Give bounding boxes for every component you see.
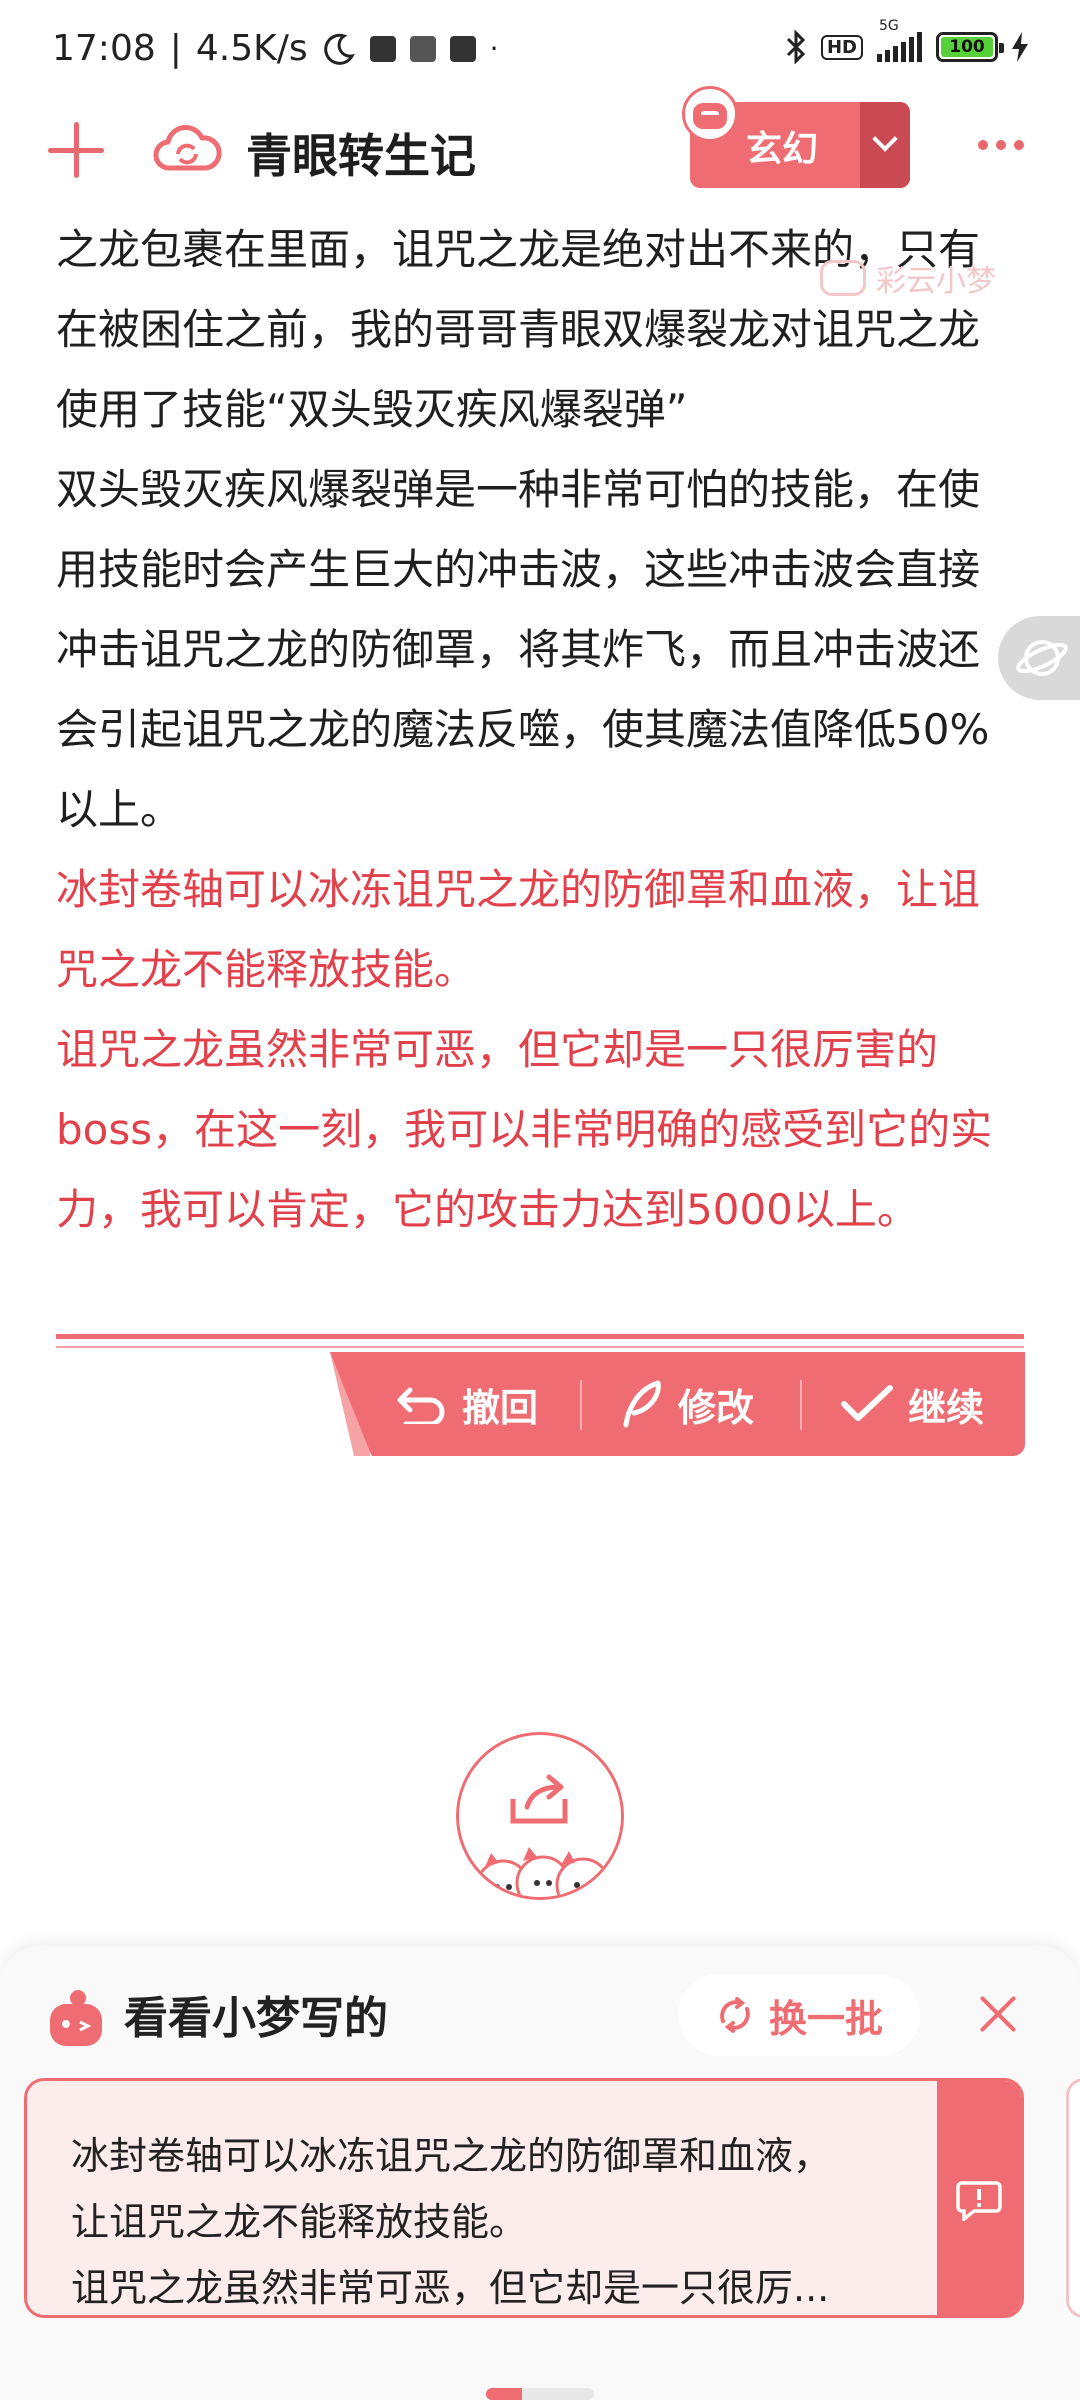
status-divider: | <box>169 28 182 69</box>
share-button[interactable] <box>456 1732 624 1900</box>
story-content[interactable]: 之龙包裹在里面，诅咒之龙是绝对出不来的，只有在被困住之前，我的哥哥青眼双爆裂龙对… <box>56 210 1016 1250</box>
watermark-text: 彩云小梦 <box>876 264 996 299</box>
next-suggestion-card[interactable] <box>1066 2078 1080 2318</box>
status-right: HD 5G 100 <box>785 18 1028 64</box>
status-bar: 17:08 | 4.5K/s · HD 5G 100 <box>0 0 1080 100</box>
planet-icon <box>1016 640 1068 676</box>
suggestion-panel: 看看小梦写的 换一批 冰封卷轴可以冰冻诅咒之龙的防御罩和血液， 让诅咒之龙不能释… <box>0 1946 1080 2400</box>
bluetooth-icon <box>786 30 806 64</box>
hd-badge: HD <box>820 34 863 60</box>
refresh-icon <box>720 1997 750 2033</box>
edit-label: 修改 <box>678 1385 755 1430</box>
story-paragraph: 之龙包裹在里面，诅咒之龙是绝对出不来的，只有在被困住之前，我的哥哥青眼双爆裂龙对… <box>56 225 981 434</box>
share-icon <box>510 1774 568 1824</box>
watermark: 彩云小梦 <box>820 256 996 300</box>
notification-icon-2 <box>409 35 436 62</box>
cloud-sync-icon[interactable] <box>152 118 222 178</box>
continue-button[interactable]: 继续 <box>840 1352 984 1456</box>
notification-icon-3 <box>449 35 476 62</box>
suggestion-card[interactable]: 冰封卷轴可以冰冻诅咒之龙的防御罩和血液， 让诅咒之龙不能释放技能。 诅咒之龙虽然… <box>24 2078 1024 2318</box>
story-paragraph: 双头毁灭疾风爆裂弹是一种非常可怕的技能，在使用技能时会产生巨大的冲击波，这些冲击… <box>56 465 990 834</box>
feedback-icon <box>956 2181 1002 2221</box>
battery-icon: 100 <box>936 32 1004 62</box>
network-type: 5G <box>879 18 899 34</box>
continue-label: 继续 <box>908 1385 985 1430</box>
generation-action-bar: 撤回 修改 继续 <box>330 1352 1025 1456</box>
page-title: 青眼转生记 <box>246 129 476 183</box>
floating-planet-button[interactable] <box>998 616 1080 700</box>
watermark-logo-icon <box>820 260 866 296</box>
add-button[interactable] <box>48 122 104 178</box>
suggestion-line: 让诅咒之龙不能释放技能。 <box>71 2200 528 2244</box>
undo-button[interactable]: 撤回 <box>396 1352 538 1456</box>
genre-label: 玄幻 <box>746 129 819 170</box>
moon-icon <box>323 33 355 65</box>
feedback-button[interactable] <box>937 2081 1021 2315</box>
generated-paragraph: 诅咒之龙虽然非常可恶，但它却是一只很厉害的boss，在这一刻，我可以非常明确的感… <box>56 1025 993 1234</box>
notification-icon <box>369 35 396 62</box>
undo-icon <box>397 1387 445 1424</box>
undo-label: 撤回 <box>462 1385 539 1430</box>
divider <box>56 1334 1024 1339</box>
divider-thin <box>56 1346 1024 1348</box>
mascot-icon <box>682 86 738 142</box>
refresh-button[interactable]: 换一批 <box>678 1974 920 2056</box>
mascot-group-icon <box>475 1847 611 1897</box>
pen-icon <box>623 1380 661 1428</box>
chevron-down-icon[interactable] <box>860 102 910 188</box>
signal-icon <box>877 32 922 62</box>
battery-level: 100 <box>941 37 993 57</box>
refresh-label: 换一批 <box>768 1996 883 2041</box>
check-icon <box>841 1385 893 1421</box>
home-indicator[interactable] <box>486 2388 594 2400</box>
status-net-speed: 4.5K/s <box>195 28 308 69</box>
edit-button[interactable]: 修改 <box>620 1352 754 1456</box>
more-icon[interactable] <box>978 140 1024 150</box>
generated-paragraph: 冰封卷轴可以冰冻诅咒之龙的防御罩和血液，让诅咒之龙不能释放技能。 <box>56 865 981 994</box>
suggestion-line: 冰封卷轴可以冰冻诅咒之龙的防御罩和血液， <box>71 2134 832 2178</box>
suggestion-text: 冰封卷轴可以冰冻诅咒之龙的防御罩和血液， 让诅咒之龙不能释放技能。 诅咒之龙虽然… <box>71 2123 931 2315</box>
close-icon[interactable] <box>978 1994 1018 2034</box>
mascot-icon <box>50 1990 102 2046</box>
more-notifications-dot: · <box>489 32 499 65</box>
status-left: 17:08 | 4.5K/s · <box>52 28 499 69</box>
status-time: 17:08 <box>52 28 156 69</box>
panel-title: 看看小梦写的 <box>124 1993 388 2044</box>
suggestion-line: 诅咒之龙虽然非常可恶，但它却是一只很厉... <box>71 2266 830 2310</box>
app-header: 青眼转生记 玄幻 <box>0 86 1080 210</box>
charging-icon <box>1012 32 1028 62</box>
